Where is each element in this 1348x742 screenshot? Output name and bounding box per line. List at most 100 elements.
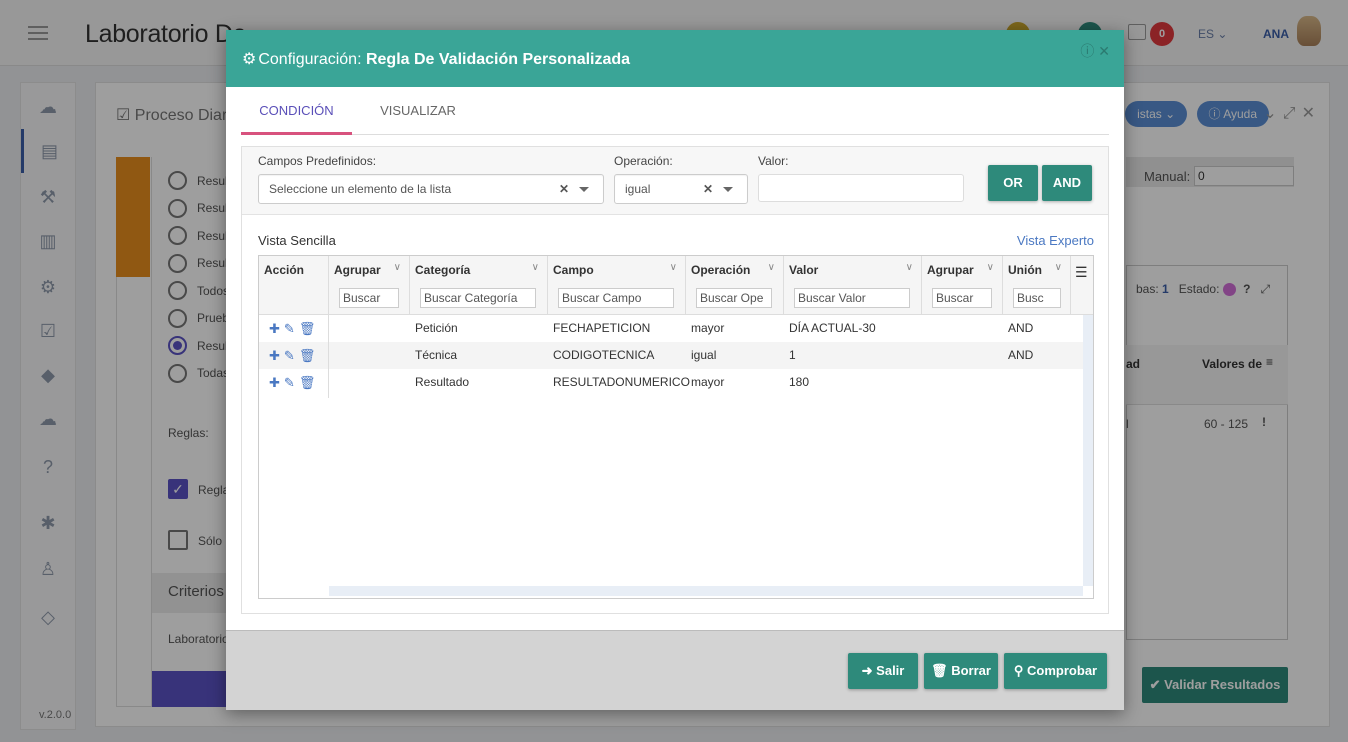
- row-actions: ✚ ✎ 🗑: [269, 315, 319, 342]
- cell-valor: DÍA ACTUAL-30: [789, 321, 876, 335]
- cell-campo: RESULTADONUMERICO: [553, 375, 690, 389]
- modal-tabs: CONDICIÓN VISUALIZAR: [241, 87, 1109, 135]
- vista-experto-link[interactable]: Vista Experto: [1017, 233, 1094, 248]
- and-button[interactable]: AND: [1042, 165, 1092, 201]
- column-title: Agrupar: [334, 263, 381, 277]
- chevron-down-icon[interactable]: ∨: [906, 262, 913, 273]
- campos-label: Campos Predefinidos:: [258, 154, 377, 168]
- column-valor[interactable]: Valor ∨: [784, 256, 922, 315]
- edit-icon[interactable]: ✎: [284, 321, 295, 336]
- filter-valor-input[interactable]: [794, 288, 910, 308]
- chevron-down-icon[interactable]: ∨: [670, 262, 677, 273]
- info-icon[interactable]: ⓘ: [1080, 43, 1094, 59]
- vista-sencilla-label: Vista Sencilla: [258, 233, 336, 248]
- column-title: Categoría: [415, 263, 471, 277]
- operacion-label: Operación:: [614, 154, 673, 168]
- cell-categoria: Resultado: [415, 375, 470, 389]
- add-icon[interactable]: ✚: [269, 375, 280, 390]
- filter-agrupar2-input[interactable]: [932, 288, 992, 308]
- cell-categoria: Técnica: [415, 348, 458, 362]
- column-agrupar-2[interactable]: Agrupar ∨: [922, 256, 1003, 315]
- modal-footer: ➜ Salir 🗑 Borrar ⚲ Comprobar: [226, 630, 1124, 710]
- clear-icon[interactable]: ✕: [559, 175, 569, 203]
- condition-inputs: Campos Predefinidos: Seleccione un eleme…: [242, 147, 1108, 215]
- operacion-value: igual: [625, 182, 651, 196]
- or-button[interactable]: OR: [988, 165, 1038, 201]
- column-union[interactable]: Unión ∨: [1003, 256, 1071, 315]
- trash-icon: 🗑: [931, 663, 948, 678]
- grid-header: Acción Agrupar ∨ Categoría ∨ Campo ∨ Operac…: [259, 256, 1093, 315]
- table-row[interactable]: ✚ ✎ 🗑 Resultado RESULTADONUMERICO mayor 18…: [259, 369, 1083, 396]
- column-operacion[interactable]: Operación ∨: [686, 256, 784, 315]
- modal-title: ⚙ Configuración: Regla De Validación Pers…: [242, 49, 630, 69]
- salir-label: Salir: [876, 663, 905, 678]
- column-title: Unión: [1008, 263, 1042, 277]
- cell-operacion: mayor: [691, 375, 725, 389]
- operacion-select[interactable]: igual ✕: [614, 174, 748, 204]
- edit-icon[interactable]: ✎: [284, 348, 295, 363]
- modal-header: ⚙ Configuración: Regla De Validación Pers…: [226, 30, 1124, 87]
- cell-operacion: igual: [691, 348, 717, 362]
- clear-icon[interactable]: ✕: [703, 175, 713, 203]
- column-title: Valor: [789, 263, 819, 277]
- caret-down-icon[interactable]: [579, 187, 589, 192]
- tab-condicion[interactable]: CONDICIÓN: [241, 87, 352, 135]
- chevron-down-icon[interactable]: ∨: [1055, 262, 1062, 273]
- column-categoria[interactable]: Categoría ∨: [410, 256, 548, 315]
- valor-input[interactable]: [758, 174, 964, 202]
- row-actions: ✚ ✎ 🗑: [269, 342, 319, 369]
- filter-categoria-input[interactable]: [420, 288, 536, 308]
- chevron-down-icon[interactable]: ∨: [532, 262, 539, 273]
- column-title: Campo: [553, 263, 594, 277]
- add-icon[interactable]: ✚: [269, 321, 280, 336]
- campos-placeholder: Seleccione un elemento de la lista: [269, 182, 452, 196]
- filter-operacion-input[interactable]: [696, 288, 772, 308]
- column-agrupar[interactable]: Agrupar ∨: [329, 256, 410, 315]
- filter-union-input[interactable]: [1013, 288, 1061, 308]
- cell-valor: 1: [789, 348, 796, 362]
- row-actions: ✚ ✎ 🗑: [269, 369, 319, 396]
- add-icon[interactable]: ✚: [269, 348, 280, 363]
- vertical-scrollbar[interactable]: [1083, 315, 1093, 586]
- close-icon[interactable]: ✕: [1098, 43, 1110, 59]
- comprobar-label: Comprobar: [1027, 663, 1098, 678]
- borrar-label: Borrar: [951, 663, 991, 678]
- edit-icon[interactable]: ✎: [284, 375, 295, 390]
- table-row[interactable]: ✚ ✎ 🗑 Petición FECHAPETICION mayor DÍA ACT…: [259, 315, 1083, 342]
- column-title: Operación: [691, 263, 751, 277]
- cell-union: AND: [1008, 348, 1034, 362]
- column-title: Agrupar: [927, 263, 974, 277]
- condition-form: Campos Predefinidos: Seleccione un eleme…: [241, 146, 1109, 614]
- comprobar-button[interactable]: ⚲ Comprobar: [1004, 653, 1107, 689]
- chevron-down-icon[interactable]: ∨: [987, 262, 994, 273]
- valor-label: Valor:: [758, 154, 789, 168]
- filter-campo-input[interactable]: [558, 288, 674, 308]
- horizontal-scrollbar[interactable]: [329, 586, 1083, 596]
- cell-campo: CODIGOTECNICA: [553, 348, 655, 362]
- trash-icon[interactable]: 🗑: [299, 375, 316, 390]
- trash-icon[interactable]: 🗑: [299, 321, 316, 336]
- trash-icon[interactable]: 🗑: [299, 348, 316, 363]
- campos-select[interactable]: Seleccione un elemento de la lista ✕: [258, 174, 604, 204]
- borrar-button[interactable]: 🗑 Borrar: [924, 653, 998, 689]
- binoculars-icon: ⚲: [1013, 663, 1024, 678]
- column-campo[interactable]: Campo ∨: [548, 256, 686, 315]
- sign-out-icon: ➜: [861, 663, 873, 678]
- modal-title-main: Regla De Validación Personalizada: [365, 51, 631, 68]
- salir-button[interactable]: ➜ Salir: [848, 653, 918, 689]
- conditions-grid: Acción Agrupar ∨ Categoría ∨ Campo ∨ Operac…: [258, 255, 1094, 599]
- rule-config-modal: ⚙ Configuración: Regla De Validación Pers…: [226, 30, 1124, 710]
- chevron-down-icon[interactable]: ∨: [394, 262, 401, 273]
- cell-operacion: mayor: [691, 321, 725, 335]
- chevron-down-icon[interactable]: ∨: [768, 262, 775, 273]
- table-row[interactable]: ✚ ✎ 🗑 Técnica CODIGOTECNICA igual 1 AND: [259, 342, 1083, 369]
- filter-agrupar-input[interactable]: [339, 288, 399, 308]
- tab-visualizar[interactable]: VISUALIZAR: [363, 87, 473, 135]
- cell-categoria: Petición: [415, 321, 458, 335]
- column-title: Acción: [264, 263, 305, 277]
- actions-column-divider: [328, 315, 329, 398]
- cell-union: AND: [1008, 321, 1034, 335]
- grid-menu-icon[interactable]: ☰: [1075, 264, 1088, 281]
- caret-down-icon[interactable]: [723, 187, 733, 192]
- modal-header-icons: ⓘ ✕: [1080, 41, 1110, 61]
